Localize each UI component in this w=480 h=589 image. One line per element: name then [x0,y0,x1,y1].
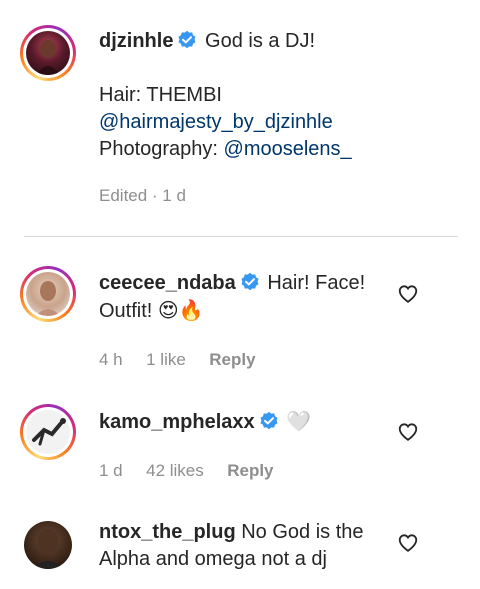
hair-credit: Hair: THEMBI [99,84,222,106]
divider [24,236,458,237]
username-djzinhle[interactable]: djzinhle [99,30,173,52]
username-kamo_mphelaxx[interactable]: kamo_mphelaxx [99,411,255,433]
comment-text: No God is the [241,521,364,543]
avatar-ntox[interactable] [24,521,72,569]
avatar-photo [26,31,70,75]
verified-badge-icon [260,411,278,430]
verified-badge-icon [241,272,259,291]
comment-time: 4 h [99,350,123,369]
comment-text: God is a DJ! [205,30,316,52]
emoji-heart-eyes-fire: 😍🔥 [157,298,204,322]
comment-text: Hair! Face! [267,272,366,294]
verified-badge-icon [178,30,196,49]
story-ring-avatar-djzinhle[interactable] [20,25,76,81]
like-heart-icon[interactable] [397,283,419,305]
mention-hairmajesty[interactable]: @hairmajesty_by_djzinhle [99,109,333,136]
likes-count[interactable]: 1 like [146,350,186,369]
story-ring-avatar-ceecee[interactable] [20,266,76,322]
comment-time: 1 d [99,461,123,480]
story-ring-avatar-kamo[interactable] [20,404,76,460]
edited-timestamp: Edited · 1 d [99,186,186,205]
like-heart-icon[interactable] [397,421,419,443]
white-heart-emoji: 🤍 [286,409,312,433]
username-ntox_the_plug[interactable]: ntox_the_plug [99,521,236,543]
reply-button[interactable]: Reply [227,461,273,480]
like-heart-icon[interactable] [397,532,419,554]
likes-count[interactable]: 42 likes [146,461,204,480]
comment-text: Outfit! [99,300,153,322]
username-ceecee_ndaba[interactable]: ceecee_ndaba [99,272,236,294]
comment-text: Alpha and omega not a dj [99,548,327,570]
avatar-photo [26,272,70,316]
photography-credit: Photography: [99,138,224,160]
reply-button[interactable]: Reply [209,350,255,369]
mention-mooselens[interactable]: @mooselens_ [224,138,352,160]
avatar-photo [26,410,70,454]
